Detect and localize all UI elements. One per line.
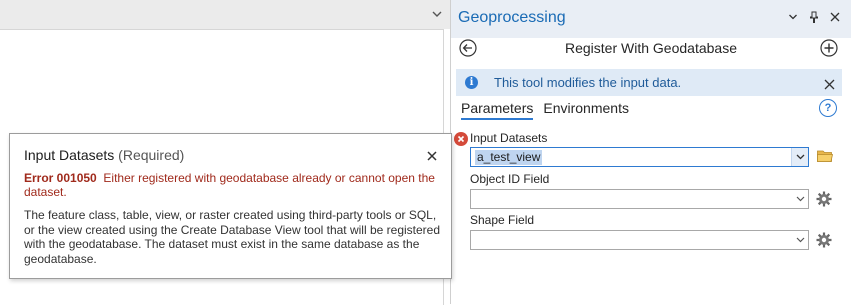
error-code: Error 001050: [24, 171, 97, 185]
close-icon[interactable]: [824, 77, 835, 90]
pin-icon[interactable]: [808, 11, 820, 23]
view-tab-bar: [0, 0, 450, 29]
shape-field-label: Shape Field: [470, 213, 535, 227]
close-icon[interactable]: [829, 11, 841, 23]
tooltip-title: Input Datasets (Required): [24, 147, 184, 163]
tooltip-required: (Required): [118, 147, 185, 163]
object-id-field-label: Object ID Field: [470, 172, 550, 186]
pane-title: Geoprocessing: [458, 9, 566, 26]
folder-icon[interactable]: [817, 149, 833, 163]
pane-tabs: Parameters Environments: [461, 100, 629, 120]
chevron-down-icon[interactable]: [787, 11, 799, 23]
error-icon[interactable]: [454, 132, 468, 146]
tooltip-description: The feature class, table, view, or raste…: [24, 208, 441, 266]
object-id-field-combobox[interactable]: [470, 189, 809, 209]
input-datasets-label: Input Datasets: [470, 131, 548, 145]
close-icon[interactable]: [427, 148, 437, 161]
plus-circle-icon[interactable]: [820, 39, 838, 57]
gear-icon[interactable]: [815, 231, 833, 249]
help-icon[interactable]: ?: [819, 99, 837, 117]
tab-environments[interactable]: Environments: [543, 100, 629, 120]
chevron-down-icon[interactable]: [792, 190, 808, 208]
chevron-down-icon[interactable]: [430, 7, 444, 21]
info-icon: i: [465, 76, 478, 89]
input-datasets-value[interactable]: a_test_view: [475, 150, 543, 165]
tool-title: Register With Geodatabase: [565, 40, 737, 56]
parameter-tooltip: Input Datasets (Required) Error 001050 E…: [9, 133, 452, 279]
info-message: This tool modifies the input data.: [494, 75, 682, 90]
shape-field-combobox[interactable]: [470, 230, 809, 250]
gear-icon[interactable]: [815, 190, 833, 208]
tab-parameters[interactable]: Parameters: [461, 100, 534, 120]
tooltip-param-name: Input Datasets: [24, 147, 115, 163]
input-datasets-combobox[interactable]: a_test_view: [470, 147, 809, 167]
info-message-bar: i This tool modifies the input data.: [456, 69, 842, 96]
tooltip-error: Error 001050 Either registered with geod…: [24, 171, 444, 199]
geoprocessing-pane: Geoprocessing Register With Geodatabase …: [450, 0, 851, 304]
chevron-down-icon[interactable]: [792, 231, 808, 249]
pane-header: Geoprocessing: [451, 0, 851, 38]
chevron-down-icon[interactable]: [791, 148, 808, 166]
